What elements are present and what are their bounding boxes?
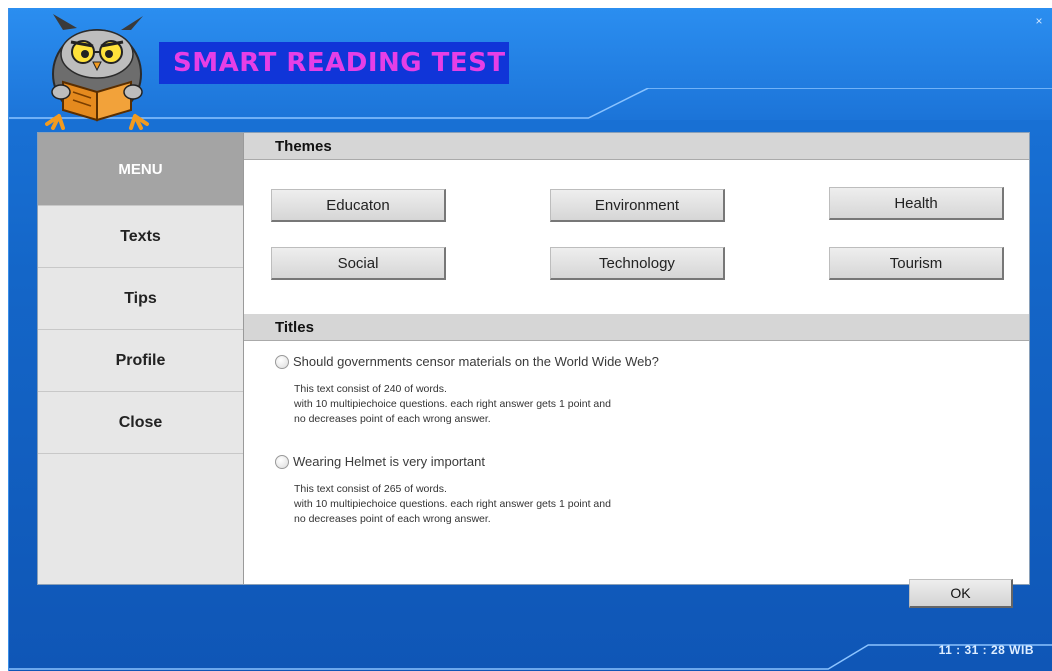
theme-button-technology[interactable]: Technology [550,247,725,280]
theme-button-health[interactable]: Health [829,187,1004,220]
theme-button-environment[interactable]: Environment [550,189,725,222]
description-line: with 10 multipiechoice questions. each r… [294,398,611,410]
app-title: SMART READING TEST [159,42,509,84]
theme-button-social[interactable]: Social [271,247,446,280]
theme-button-education[interactable]: Educaton [271,189,446,222]
theme-button-tourism[interactable]: Tourism [829,247,1004,280]
radio-icon[interactable] [275,354,289,369]
content-area: Themes Educaton Environment Health Socia… [244,133,1029,608]
footer-decor-line [9,644,1052,670]
sidebar-item-profile[interactable]: Profile [38,330,243,392]
themes-header: Themes [244,133,1029,160]
sidebar-item-close[interactable]: Close [38,392,243,454]
themes-grid: Educaton Environment Health Social Techn… [244,160,1029,314]
title-option-label: Wearing Helmet is very important [293,454,485,469]
app-window: × SMART READING TEST MENU Texts Tips Pro… [8,8,1052,671]
owl-reading-book-logo [45,14,149,130]
radio-icon[interactable] [275,454,289,469]
title-option-2[interactable]: Wearing Helmet is very important [275,454,485,469]
title-description: This text consist of 265 of words. with … [294,482,611,527]
description-line: no decreases point of each wrong answer. [294,413,491,425]
title-option-1[interactable]: Should governments censor materials on t… [275,354,659,369]
description-line: This text consist of 265 of words. [294,483,447,495]
sidebar-item-tips[interactable]: Tips [38,268,243,330]
header-decor-line [9,88,1052,119]
sidebar-item-menu[interactable]: MENU [38,133,243,206]
main-panel: MENU Texts Tips Profile Close Themes Edu… [37,132,1030,608]
clock-display: 11 : 31 : 28 WIB [938,643,1034,657]
close-icon[interactable]: × [1032,14,1046,28]
description-line: with 10 multipiechoice questions. each r… [294,498,611,510]
sidebar: MENU Texts Tips Profile Close [38,133,244,584]
description-line: This text consist of 240 of words. [294,383,447,395]
sidebar-item-texts[interactable]: Texts [38,206,243,268]
description-line: no decreases point of each wrong answer. [294,513,491,525]
title-description: This text consist of 240 of words. with … [294,382,611,427]
titles-list: Should governments censor materials on t… [244,341,1029,613]
title-option-label: Should governments censor materials on t… [293,354,659,369]
titles-header: Titles [244,314,1029,341]
ok-button[interactable]: OK [909,579,1013,608]
